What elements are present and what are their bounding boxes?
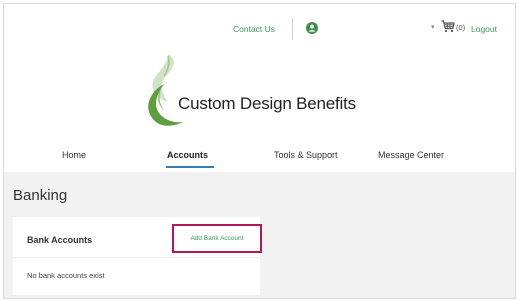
nav-item-accounts[interactable]: Accounts bbox=[167, 150, 208, 160]
panel-title: Bank Accounts bbox=[27, 235, 93, 245]
bank-accounts-panel: Bank Accounts Add Bank Account No bank a… bbox=[13, 217, 262, 295]
page-title: Banking bbox=[13, 187, 68, 204]
top-utility-bar: Contact Us ▾ (0) Logout bbox=[4, 4, 515, 46]
contact-us-link[interactable]: Contact Us bbox=[233, 24, 275, 34]
divider bbox=[13, 257, 260, 258]
add-bank-account-label: Add Bank Account bbox=[190, 235, 244, 242]
brand-logo[interactable]: Custom Design Benefits bbox=[134, 50, 374, 130]
cart-button[interactable]: (0) bbox=[441, 20, 465, 33]
main-nav: Home Accounts Tools & Support Message Ce… bbox=[4, 144, 515, 172]
active-tab-indicator bbox=[166, 166, 214, 168]
empty-state-message: No bank accounts exist bbox=[27, 271, 105, 280]
app-window: Contact Us ▾ (0) Logout Custom Design Be… bbox=[3, 3, 516, 299]
cart-icon bbox=[441, 20, 455, 33]
divider bbox=[292, 18, 293, 40]
brand-name: Custom Design Benefits bbox=[178, 94, 356, 113]
main-content: Banking Bank Accounts Add Bank Account N… bbox=[4, 172, 515, 298]
cart-count: (0) bbox=[456, 23, 466, 32]
nav-item-tools-support[interactable]: Tools & Support bbox=[274, 150, 338, 160]
add-bank-account-button[interactable]: Add Bank Account bbox=[172, 224, 262, 253]
nav-item-home[interactable]: Home bbox=[62, 150, 86, 160]
leaf-swirl-logo-icon bbox=[148, 54, 184, 126]
nav-item-message-center[interactable]: Message Center bbox=[378, 150, 444, 160]
logout-link[interactable]: Logout bbox=[471, 24, 497, 34]
user-icon[interactable] bbox=[306, 22, 318, 34]
chevron-down-icon[interactable]: ▾ bbox=[431, 23, 435, 31]
